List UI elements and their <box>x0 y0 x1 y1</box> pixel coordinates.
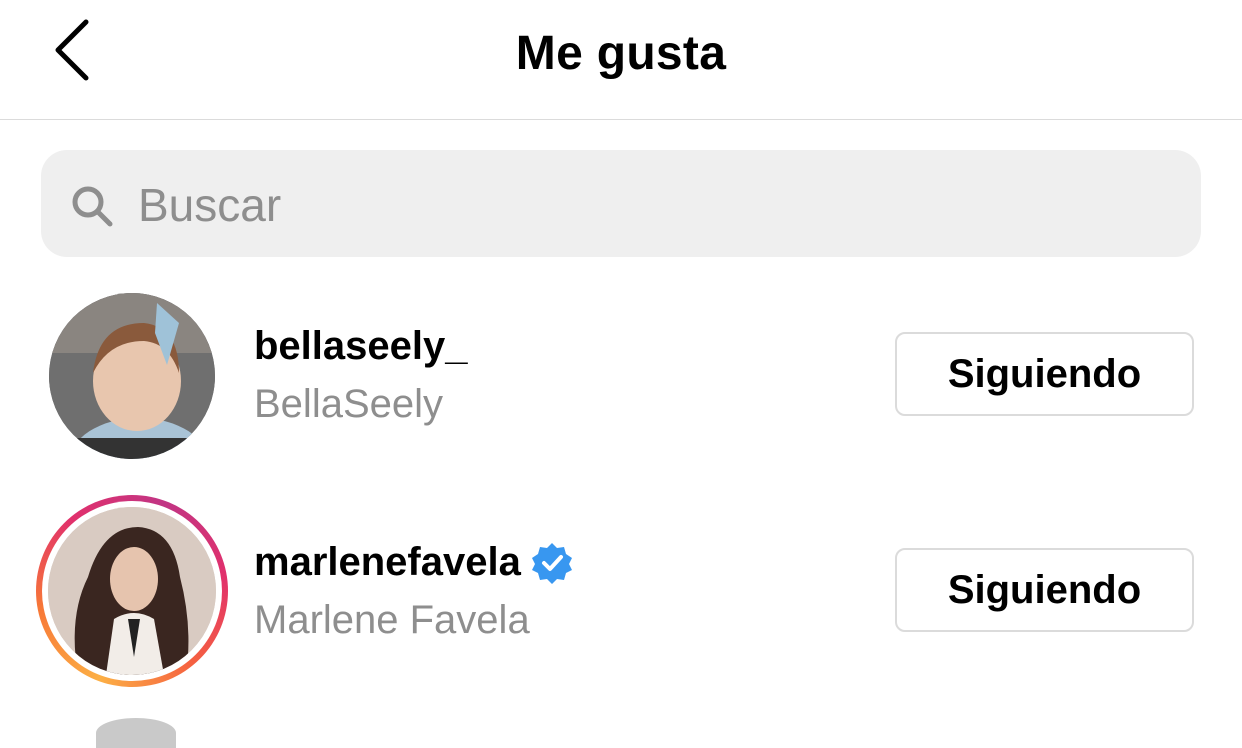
full-name: BellaSeely <box>254 382 444 426</box>
list-item[interactable]: bellaseely_ BellaSeely Siguiendo <box>0 280 1242 480</box>
avatar[interactable] <box>36 282 228 474</box>
avatar-photo <box>48 507 216 675</box>
username[interactable]: marlenefavela <box>254 540 573 585</box>
verified-badge-icon <box>531 542 572 584</box>
page-title: Me gusta <box>515 27 727 80</box>
following-button[interactable]: Siguiendo <box>895 332 1194 416</box>
top-bar: Me gusta <box>0 0 1242 120</box>
avatar-photo <box>49 293 215 459</box>
search-icon <box>72 186 113 227</box>
search-input[interactable] <box>138 176 1138 234</box>
avatar[interactable] <box>96 718 176 748</box>
story-ring <box>36 495 228 687</box>
following-button[interactable]: Siguiendo <box>895 548 1194 632</box>
username[interactable]: bellaseely_ <box>254 324 468 369</box>
avatar[interactable] <box>36 492 228 687</box>
full-name: Marlene Favela <box>254 598 530 642</box>
list-item[interactable]: marlenefavela Marlene Favela Siguiendo <box>0 490 1242 690</box>
